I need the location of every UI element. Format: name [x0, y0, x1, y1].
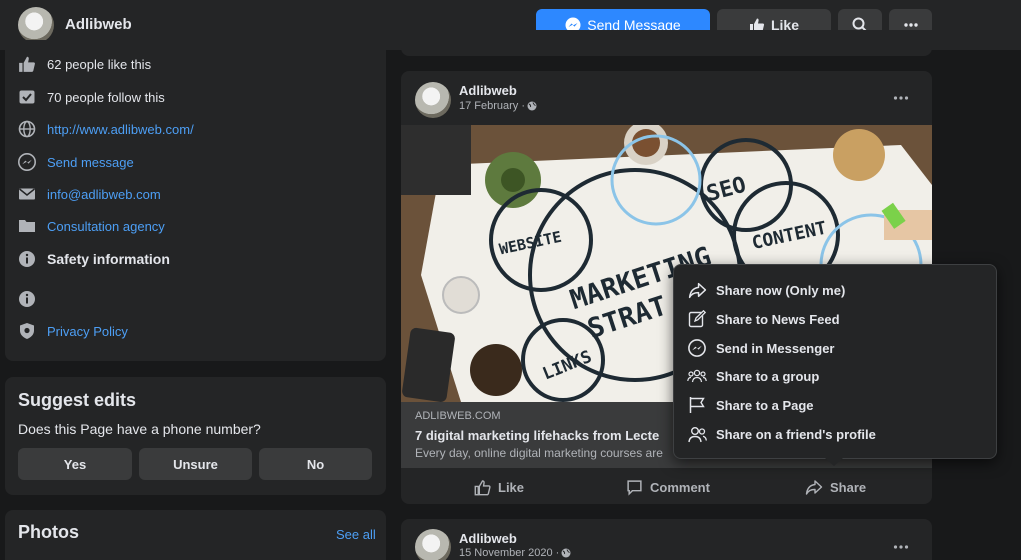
- share-arrow-icon: [805, 479, 823, 495]
- likes-count: 62 people like this: [47, 56, 152, 72]
- see-all-photos-link[interactable]: See all: [336, 527, 376, 542]
- category-link[interactable]: Consultation agency: [47, 219, 165, 234]
- globe-icon: [527, 101, 537, 111]
- email-link[interactable]: info@adlibweb.com: [47, 187, 161, 202]
- comment-action-label: Comment: [650, 479, 710, 495]
- like-action-label: Like: [498, 479, 525, 495]
- safety-information-heading: Safety information: [47, 251, 170, 267]
- ellipsis-icon: [893, 545, 909, 549]
- yes-button[interactable]: Yes: [18, 448, 132, 480]
- follow-check-icon: [18, 88, 36, 106]
- send-in-messenger-item[interactable]: Send in Messenger: [687, 335, 834, 361]
- safety-info-row: [18, 290, 47, 308]
- safety-row: Safety information: [18, 250, 170, 268]
- ellipsis-icon: [893, 96, 909, 100]
- photos-title: Photos: [18, 522, 79, 542]
- messenger-icon: [18, 153, 36, 171]
- post-author-avatar[interactable]: [415, 529, 451, 560]
- link-description: Every day, online digital marketing cour…: [415, 446, 663, 460]
- share-now-item[interactable]: Share now (Only me): [687, 277, 845, 303]
- shield-icon: [18, 322, 36, 340]
- email-row: info@adlibweb.com: [18, 185, 161, 203]
- share-arrow-icon: [687, 280, 707, 300]
- link-domain: ADLIBWEB.COM: [415, 410, 501, 422]
- post-options-button[interactable]: [889, 88, 913, 108]
- share-menu-label: Send in Messenger: [716, 340, 835, 356]
- share-menu-label: Share to News Feed: [716, 311, 840, 327]
- folder-icon: [18, 217, 36, 235]
- share-menu-pointer: [825, 458, 843, 466]
- post-options-button[interactable]: [889, 537, 913, 557]
- flag-icon: [687, 395, 707, 415]
- like-action-button[interactable]: Like: [474, 476, 524, 498]
- globe-icon: [561, 548, 571, 558]
- post-date-text[interactable]: 15 November 2020 ·: [459, 547, 559, 559]
- suggest-edits-title: Suggest edits: [18, 390, 137, 410]
- comment-icon: [627, 479, 642, 496]
- share-action-label: Share: [830, 479, 867, 495]
- page-avatar[interactable]: [18, 7, 54, 43]
- website-row: http://www.adlibweb.com/: [18, 120, 194, 138]
- edit-icon: [687, 309, 707, 329]
- post-author-name[interactable]: Adlibweb: [459, 83, 517, 98]
- share-menu-label: Share to a group: [716, 368, 820, 384]
- privacy-row: Privacy Policy: [18, 322, 128, 340]
- send-message-link[interactable]: Send message: [47, 155, 134, 170]
- link-title[interactable]: 7 digital marketing lifehacks from Lecte: [415, 428, 659, 443]
- thumbs-up-icon: [18, 55, 36, 73]
- share-to-group-item[interactable]: Share to a group: [687, 363, 819, 389]
- friend-icon: [687, 424, 707, 444]
- post-author-name[interactable]: Adlibweb: [459, 531, 517, 546]
- group-icon: [687, 366, 707, 386]
- post-date-text[interactable]: 17 February ·: [459, 100, 525, 112]
- category-row: Consultation agency: [18, 217, 165, 235]
- share-to-news-feed-item[interactable]: Share to News Feed: [687, 306, 840, 332]
- envelope-icon: [18, 185, 36, 203]
- unsure-button[interactable]: Unsure: [139, 448, 252, 480]
- post-author-avatar[interactable]: [415, 82, 451, 118]
- page-name[interactable]: Adlibweb: [65, 16, 132, 33]
- share-menu-label: Share now (Only me): [716, 282, 846, 298]
- share-action-button[interactable]: Share: [805, 476, 866, 498]
- post-date: 17 February ·: [459, 100, 537, 112]
- globe-icon: [18, 120, 36, 138]
- likes-row: 62 people like this: [18, 55, 151, 73]
- thumbs-up-outline-icon: [474, 479, 491, 495]
- no-button[interactable]: No: [259, 448, 372, 480]
- website-link[interactable]: http://www.adlibweb.com/: [47, 122, 194, 137]
- share-to-page-item[interactable]: Share to a Page: [687, 392, 814, 418]
- messenger-icon: [687, 338, 707, 358]
- info-icon: [18, 250, 36, 268]
- share-on-friend-profile-item[interactable]: Share on a friend's profile: [687, 421, 876, 447]
- privacy-policy-link[interactable]: Privacy Policy: [47, 324, 128, 339]
- share-menu-label: Share to a Page: [716, 397, 814, 413]
- previous-post-card: [401, 30, 932, 56]
- info-icon: [18, 290, 36, 308]
- follows-count: 70 people follow this: [47, 89, 165, 105]
- suggest-edits-question: Does this Page have a phone number?: [18, 421, 261, 437]
- follows-row: 70 people follow this: [18, 88, 165, 106]
- comment-action-button[interactable]: Comment: [626, 476, 710, 498]
- post-date: 15 November 2020 ·: [459, 547, 571, 559]
- share-menu-label: Share on a friend's profile: [716, 426, 876, 442]
- send-message-row: Send message: [18, 153, 134, 171]
